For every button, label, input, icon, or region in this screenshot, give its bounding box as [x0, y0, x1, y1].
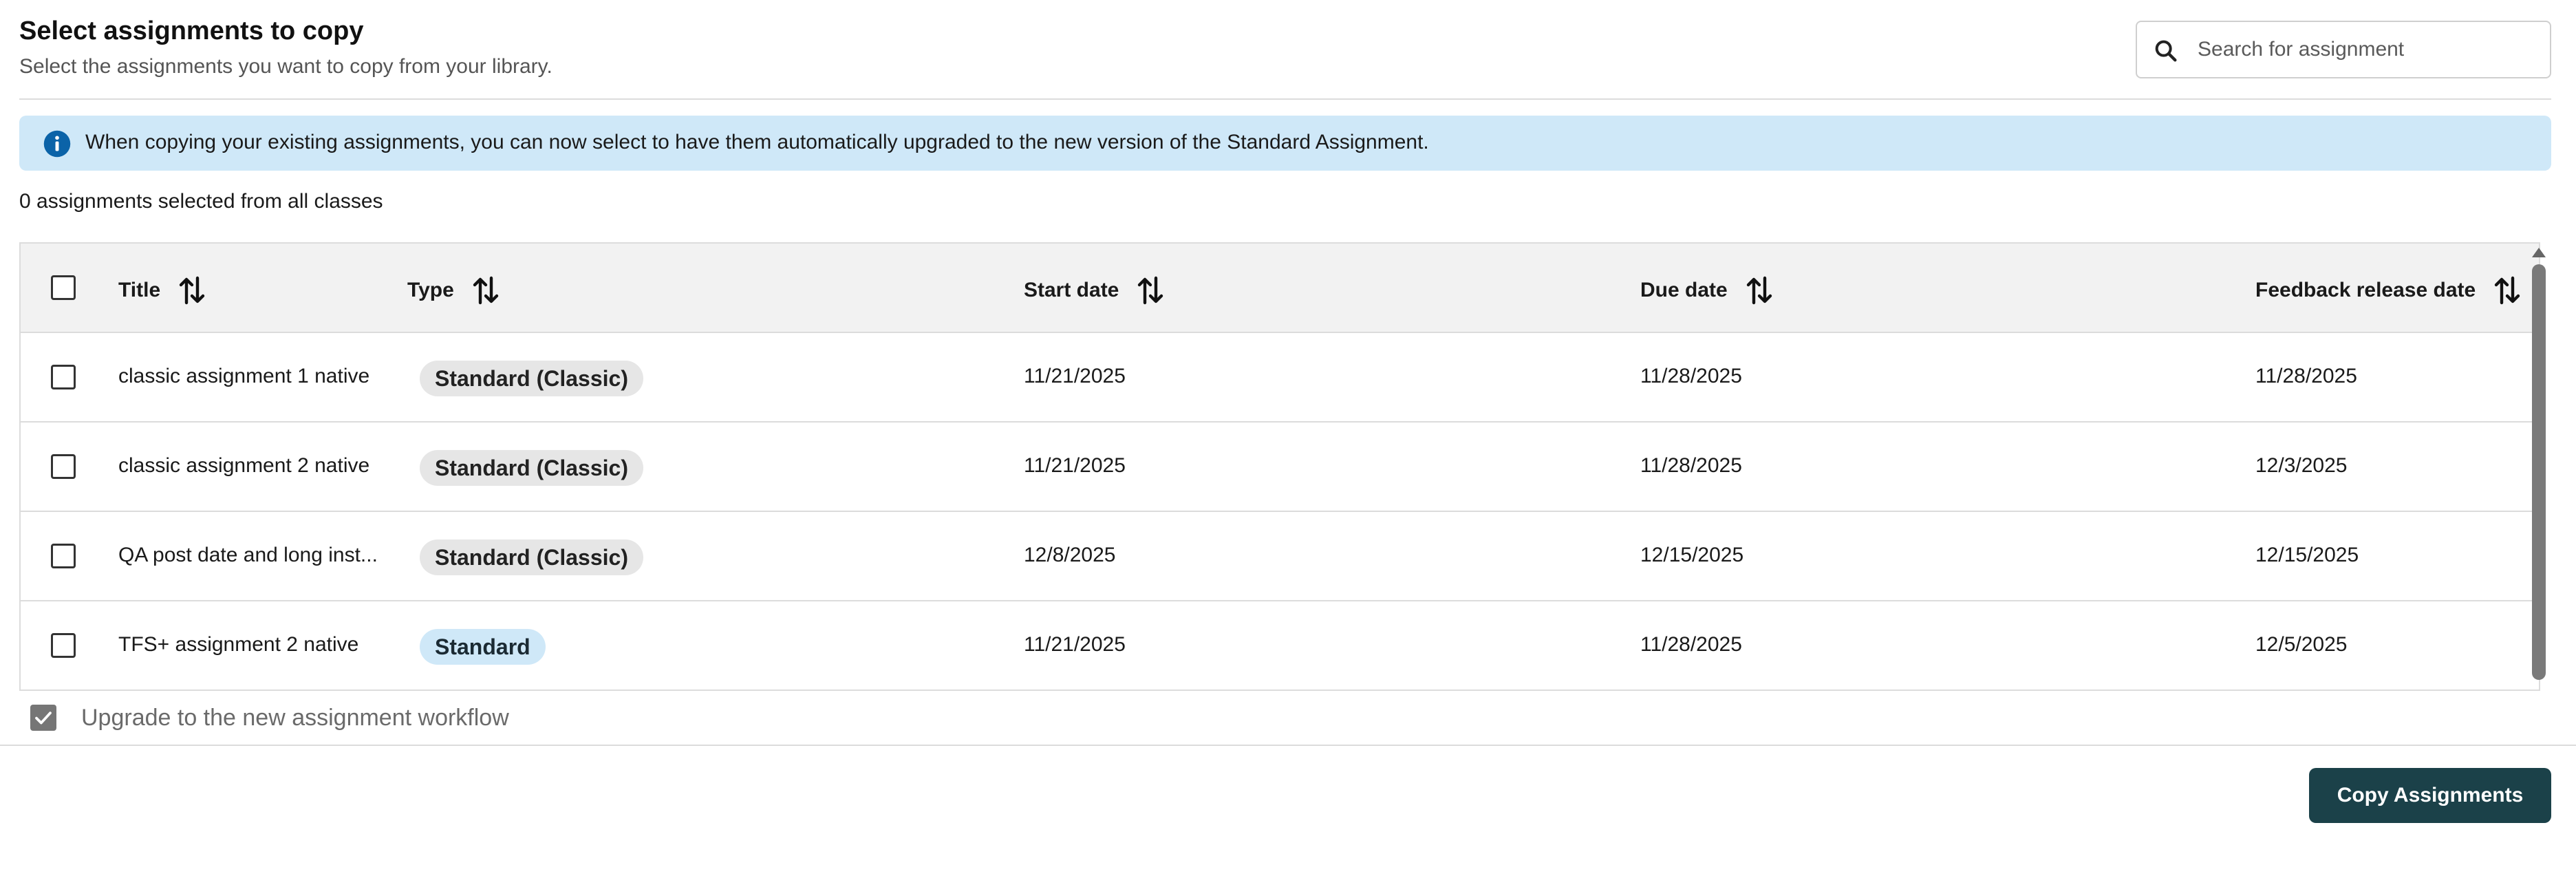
- search-input[interactable]: [2198, 22, 2542, 77]
- row-checkbox[interactable]: [51, 633, 76, 658]
- sort-icon[interactable]: [178, 275, 206, 306]
- type-badge: Standard (Classic): [420, 539, 643, 575]
- table-header: Title Type Start date Due date Feedback …: [21, 244, 2539, 333]
- row-title: classic assignment 1 native: [118, 365, 370, 387]
- search-icon: [2152, 37, 2180, 65]
- row-start-date: 12/8/2025: [1024, 544, 1116, 566]
- table-row[interactable]: classic assignment 2 native Standard (Cl…: [21, 423, 2539, 512]
- row-start-date: 11/21/2025: [1024, 365, 1126, 387]
- row-due-date: 11/28/2025: [1640, 365, 1742, 387]
- select-all-checkbox[interactable]: [51, 275, 76, 300]
- type-badge: Standard: [420, 629, 546, 665]
- row-title: TFS+ assignment 2 native: [118, 633, 359, 656]
- column-header-start-date[interactable]: Start date: [1024, 275, 1164, 306]
- type-badge: Standard (Classic): [420, 361, 643, 396]
- assignments-table: Title Type Start date Due date Feedback …: [19, 242, 2540, 691]
- column-label: Type: [407, 279, 454, 301]
- column-label: Feedback release date: [2255, 279, 2476, 301]
- upgrade-checkbox[interactable]: [30, 705, 56, 731]
- footer-divider: [0, 745, 2576, 746]
- selection-count: 0 assignments selected from all classes: [19, 190, 383, 213]
- row-checkbox[interactable]: [51, 365, 76, 389]
- page-title: Select assignments to copy: [19, 17, 364, 45]
- table-scrollbar[interactable]: [2532, 264, 2546, 680]
- row-due-date: 11/28/2025: [1640, 633, 1742, 656]
- row-feedback-date: 11/28/2025: [2255, 365, 2357, 387]
- column-header-feedback-release-date[interactable]: Feedback release date: [2255, 275, 2521, 306]
- row-feedback-date: 12/3/2025: [2255, 454, 2348, 477]
- scroll-up-arrow[interactable]: [2532, 248, 2546, 257]
- row-feedback-date: 12/5/2025: [2255, 633, 2348, 656]
- banner-text: When copying your existing assignments, …: [85, 131, 1429, 153]
- sort-icon[interactable]: [2493, 275, 2521, 306]
- table-row[interactable]: QA post date and long inst... Standard (…: [21, 512, 2539, 601]
- column-label: Title: [118, 279, 161, 301]
- sort-icon[interactable]: [1137, 275, 1164, 306]
- header-divider: [19, 98, 2551, 100]
- column-label: Start date: [1024, 279, 1119, 301]
- copy-assignments-button[interactable]: Copy Assignments: [2309, 768, 2551, 823]
- column-header-due-date[interactable]: Due date: [1640, 275, 1773, 306]
- check-icon: [35, 712, 52, 725]
- row-due-date: 12/15/2025: [1640, 544, 1744, 566]
- column-label: Due date: [1640, 279, 1728, 301]
- row-start-date: 11/21/2025: [1024, 633, 1126, 656]
- table-row[interactable]: TFS+ assignment 2 native Standard 11/21/…: [21, 601, 2539, 691]
- row-start-date: 11/21/2025: [1024, 454, 1126, 477]
- row-feedback-date: 12/15/2025: [2255, 544, 2359, 566]
- type-badge: Standard (Classic): [420, 450, 643, 486]
- row-checkbox[interactable]: [51, 544, 76, 568]
- row-title: classic assignment 2 native: [118, 454, 370, 477]
- info-icon: [43, 129, 72, 158]
- column-header-title[interactable]: Title: [118, 275, 206, 306]
- info-banner: When copying your existing assignments, …: [19, 116, 2551, 171]
- row-checkbox[interactable]: [51, 454, 76, 479]
- table-row[interactable]: classic assignment 1 native Standard (Cl…: [21, 333, 2539, 423]
- column-header-type[interactable]: Type: [407, 275, 500, 306]
- sort-icon[interactable]: [1746, 275, 1773, 306]
- sort-icon[interactable]: [472, 275, 500, 306]
- search-box[interactable]: [2136, 21, 2551, 78]
- upgrade-label: Upgrade to the new assignment workflow: [81, 705, 509, 731]
- page-subtitle: Select the assignments you want to copy …: [19, 55, 552, 78]
- row-due-date: 11/28/2025: [1640, 454, 1742, 477]
- row-title: QA post date and long inst...: [118, 544, 378, 566]
